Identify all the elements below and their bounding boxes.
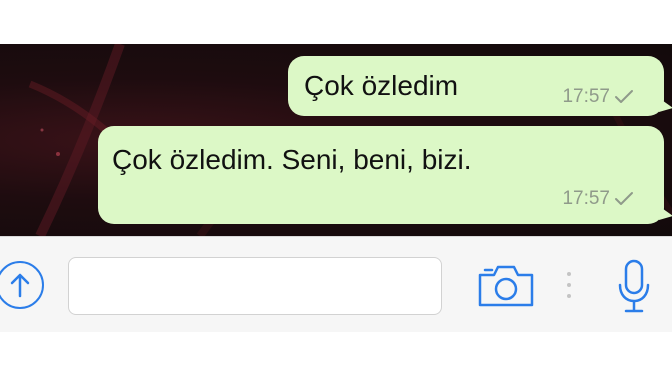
single-check-icon [614,191,634,207]
camera-icon[interactable] [476,261,536,309]
message-composer [0,236,672,332]
message-timestamp: 17:57 [562,86,610,107]
bottom-blank-area [0,332,672,378]
vertical-dots-icon[interactable] [565,269,573,301]
outgoing-message-bubble[interactable]: Çok özledim 17:57 [288,56,672,116]
upload-arrow-icon[interactable] [0,261,44,309]
message-meta: 17:57 [562,188,634,210]
message-meta: 17:57 [562,86,634,108]
bubble-tail [659,206,672,220]
chat-area[interactable]: Çok özledim 17:57 Çok özledim. Seni, ben… [0,44,672,236]
bubble-tail [659,98,672,112]
microphone-icon[interactable] [612,257,656,315]
chat-screen: Çok özledim 17:57 Çok özledim. Seni, ben… [0,0,672,378]
message-text: Çok özledim. Seni, beni, bizi. [112,144,472,175]
message-timestamp: 17:57 [562,188,610,209]
outgoing-message-bubble[interactable]: Çok özledim. Seni, beni, bizi. 17:57 [98,126,672,224]
message-input[interactable] [68,257,442,315]
single-check-icon [614,89,634,105]
top-blank-area [0,0,672,44]
message-text: Çok özledim [304,70,459,101]
